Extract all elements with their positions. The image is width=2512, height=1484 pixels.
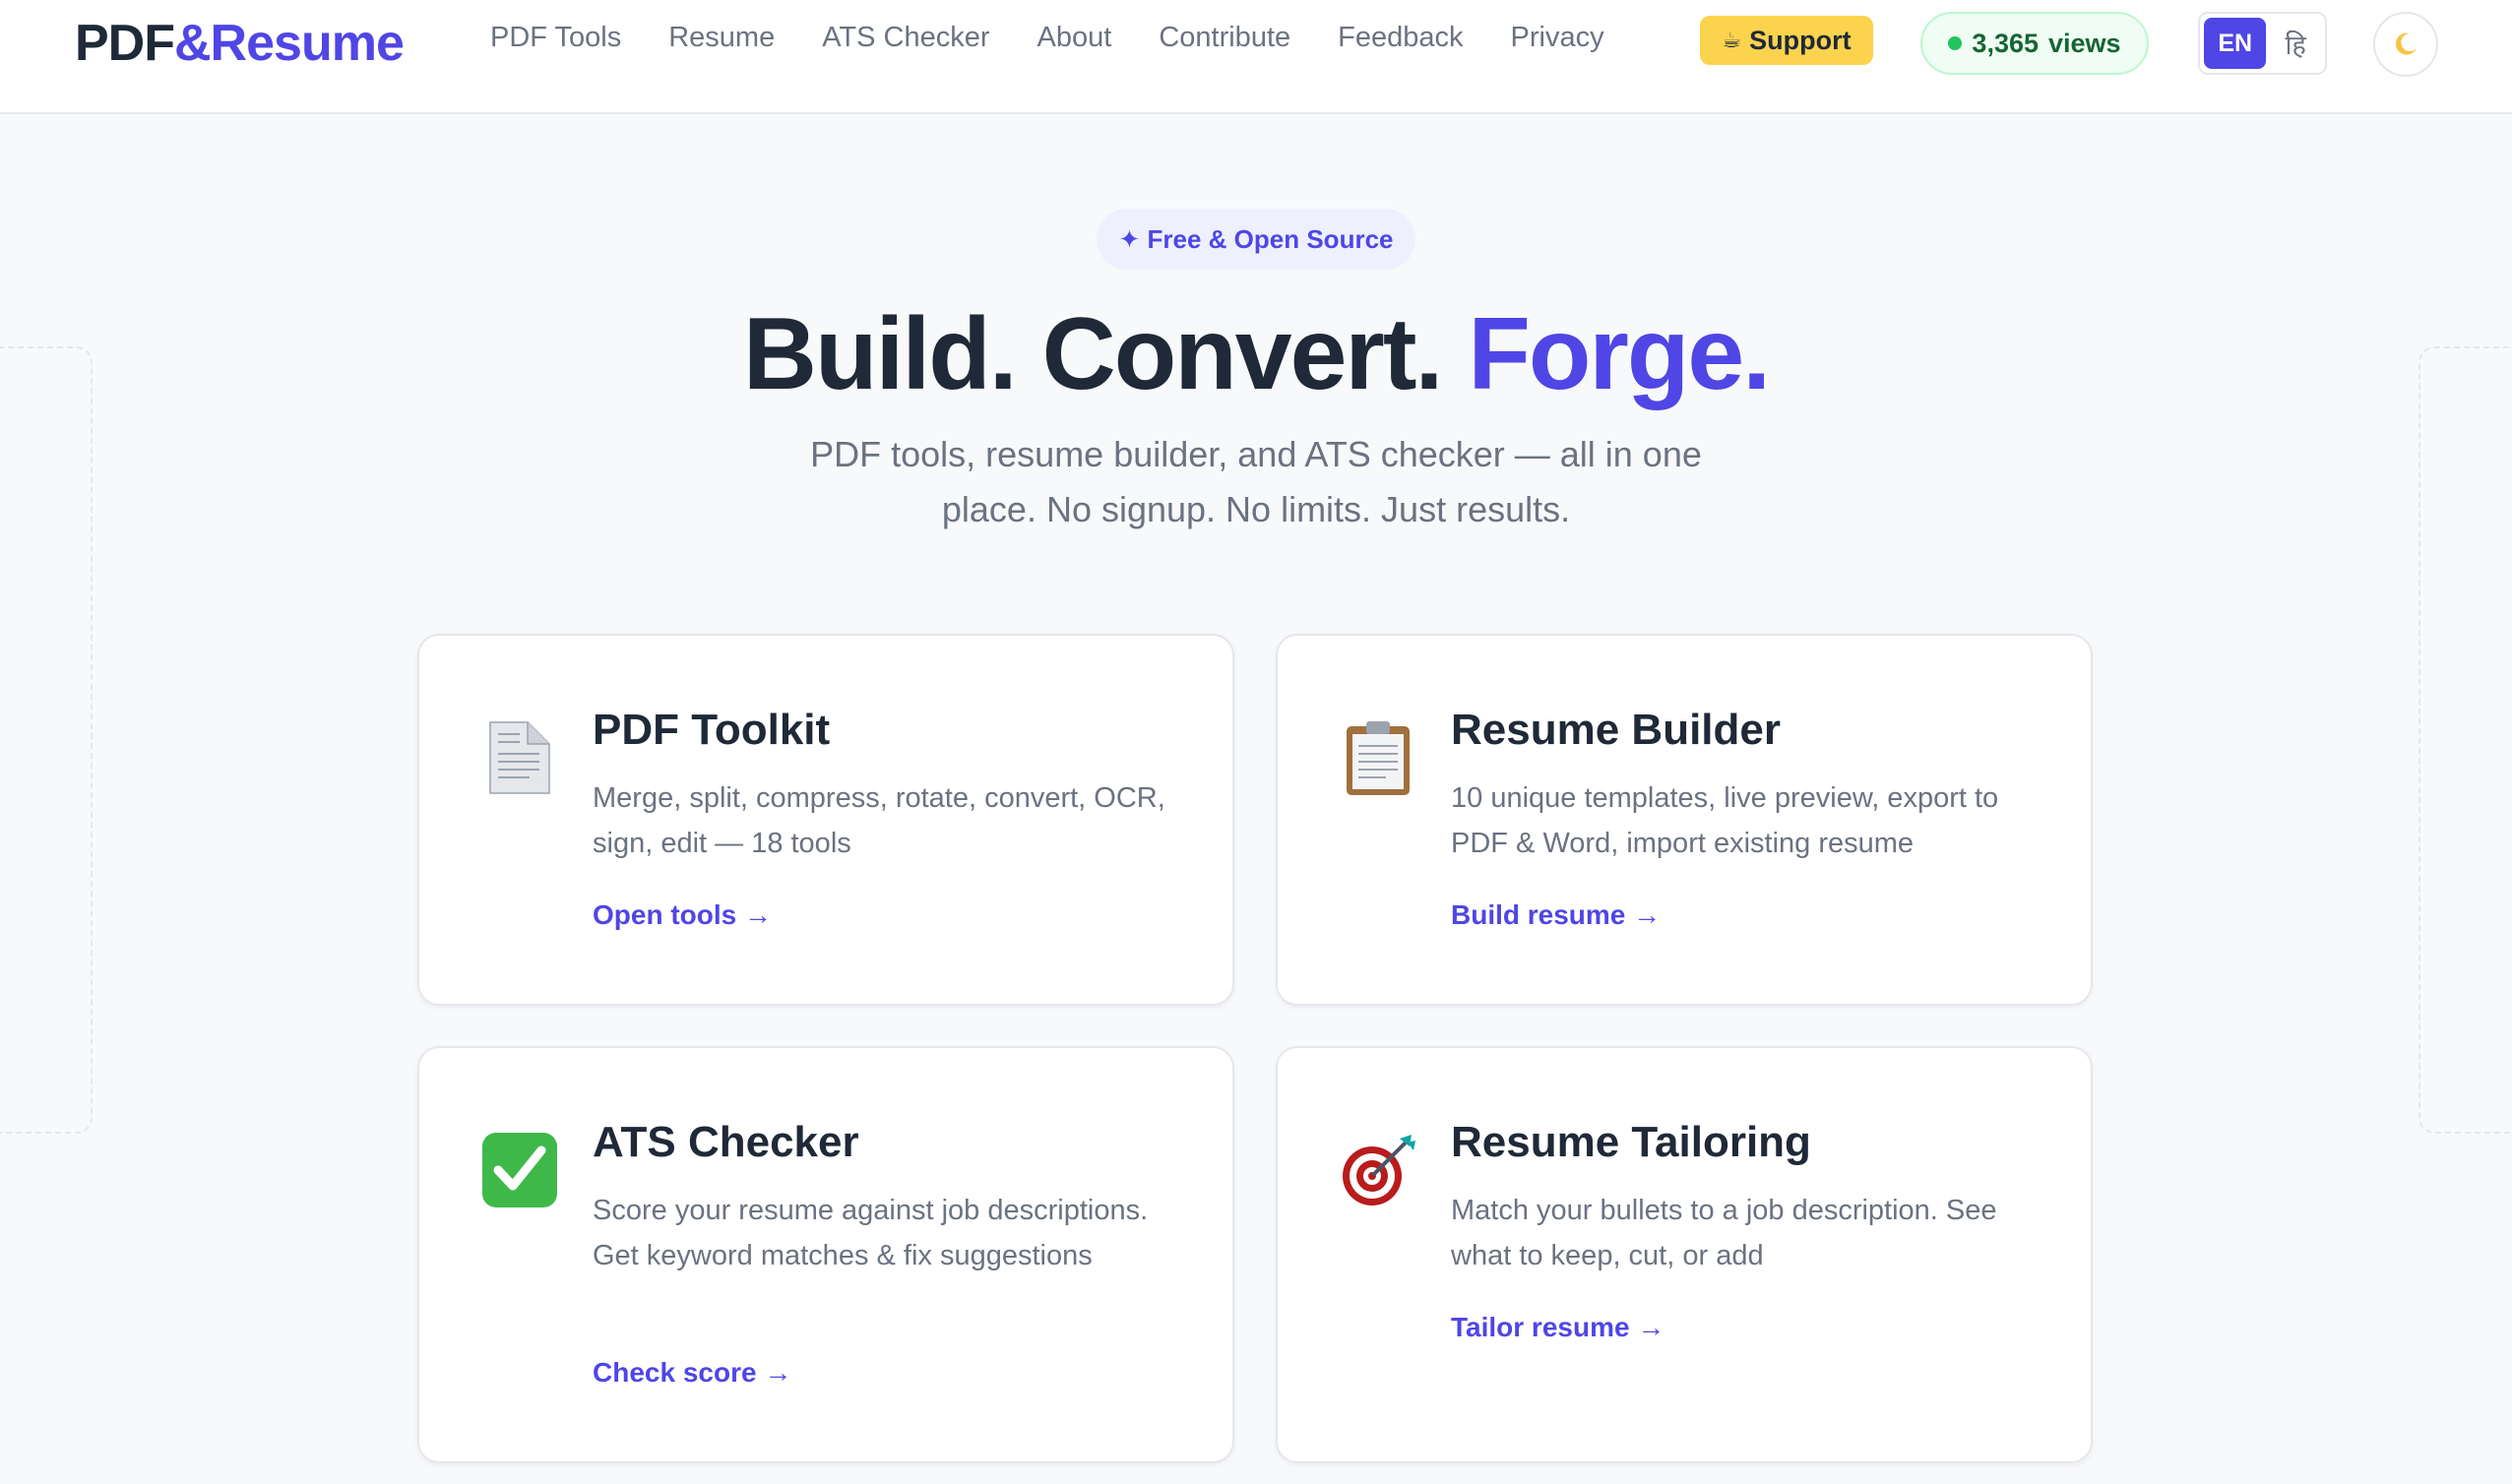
card-title: Resume Builder	[1451, 706, 1781, 754]
card-title: Resume Tailoring	[1451, 1118, 1811, 1166]
card-pdf-toolkit[interactable]: PDF Toolkit Merge, split, compress, rota…	[417, 634, 1234, 1006]
views-counter: 3,365 views	[1920, 12, 2149, 75]
nav-privacy[interactable]: Privacy	[1511, 18, 1604, 57]
open-source-badge: ✦ Free & Open Source	[1097, 209, 1415, 270]
card-description: 10 unique templates, live preview, expor…	[1451, 782, 1999, 859]
headline-text: Build. Convert.	[742, 297, 1469, 411]
card-resume-builder[interactable]: Resume Builder 10 unique templates, live…	[1276, 634, 2093, 1006]
checkmark-icon	[482, 1133, 557, 1207]
nav-feedback[interactable]: Feedback	[1338, 18, 1463, 57]
right-decor-panel	[2418, 346, 2512, 1134]
nav-ats-checker[interactable]: ATS Checker	[822, 18, 989, 57]
site-logo[interactable]: PDF&Resume	[75, 14, 405, 73]
card-description: Score your resume against job descriptio…	[593, 1195, 1149, 1271]
views-count: 3,365	[1972, 28, 2039, 58]
open-tools-link[interactable]: Open tools →	[593, 899, 772, 931]
card-ats-checker[interactable]: ATS Checker Score your resume against jo…	[417, 1046, 1234, 1463]
card-title: ATS Checker	[593, 1118, 859, 1166]
clipboard-icon	[1347, 721, 1410, 795]
check-score-link[interactable]: Check score →	[593, 1357, 791, 1389]
views-label: views	[2048, 28, 2121, 58]
nav-about[interactable]: About	[1037, 18, 1112, 57]
coffee-cup-icon: ☕	[1722, 28, 1742, 52]
moon-icon	[2395, 32, 2417, 55]
card-resume-tailoring[interactable]: Resume Tailoring Match your bullets to a…	[1276, 1046, 2093, 1463]
lang-en-button[interactable]: EN	[2204, 18, 2267, 69]
headline-period: .	[1742, 297, 1771, 411]
dark-mode-toggle[interactable]	[2373, 12, 2438, 77]
card-title: PDF Toolkit	[593, 706, 831, 754]
support-button[interactable]: ☕ Support	[1700, 16, 1873, 65]
nav-pdf-tools[interactable]: PDF Tools	[490, 18, 621, 57]
top-navbar: PDF&Resume PDF Tools Resume ATS Checker …	[0, 0, 2512, 114]
nav-contribute[interactable]: Contribute	[1159, 18, 1290, 57]
card-description: Merge, split, compress, rotate, convert,…	[593, 782, 1165, 859]
logo-resume-text: &Resume	[174, 15, 405, 72]
build-resume-link[interactable]: Build resume →	[1451, 899, 1661, 931]
support-label: Support	[1749, 25, 1852, 55]
card-description: Match your bullets to a job description.…	[1451, 1195, 1997, 1271]
nav-resume[interactable]: Resume	[668, 18, 775, 57]
live-dot-icon	[1948, 36, 1963, 50]
language-switcher: EN हि	[2198, 12, 2327, 75]
tailor-resume-link[interactable]: Tailor resume →	[1451, 1312, 1664, 1343]
target-icon	[1343, 1135, 1415, 1206]
logo-pdf-text: PDF	[75, 15, 175, 72]
document-icon	[489, 721, 550, 794]
headline-accent: Forge	[1468, 297, 1744, 411]
main-nav: PDF Tools Resume ATS Checker About Contr…	[490, 18, 1652, 57]
hero-subtitle: PDF tools, resume builder, and ATS check…	[810, 434, 1702, 529]
left-decor-panel	[0, 346, 93, 1134]
hero-headline: Build. Convert. Forge.	[0, 285, 2512, 423]
lang-hi-button[interactable]: हि	[2270, 18, 2321, 69]
